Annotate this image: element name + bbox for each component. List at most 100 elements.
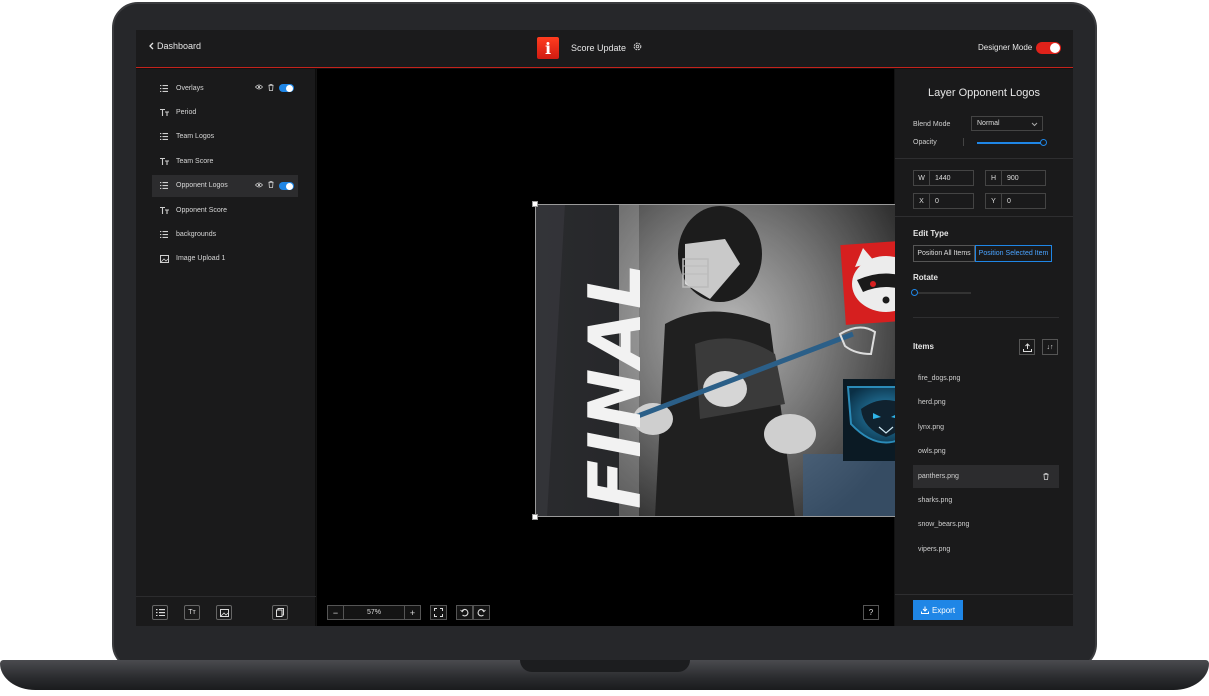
layer-visibility-toggle[interactable] (279, 181, 294, 190)
item-row[interactable]: herd.png (913, 391, 1059, 414)
sort-icon: ↓↑ (1046, 343, 1054, 351)
divider (895, 594, 1073, 595)
y-field[interactable]: Y0 (985, 193, 1046, 209)
item-row[interactable]: owls.png (913, 440, 1059, 463)
add-text-button[interactable]: Tт (184, 605, 200, 620)
undo-button[interactable] (456, 605, 473, 620)
trash-icon[interactable] (268, 83, 274, 93)
eye-icon[interactable] (254, 182, 264, 190)
position-all-items-button[interactable]: Position All Items (913, 245, 975, 262)
item-name: panthers.png (918, 472, 959, 480)
layer-item[interactable]: Team Score (152, 150, 298, 172)
layers-panel: Overlays Period Team Logos Team Score Oppone… (136, 69, 316, 626)
trash-icon[interactable] (1043, 472, 1049, 482)
help-button[interactable]: ? (863, 605, 879, 620)
zoom-in-button[interactable]: + (404, 605, 421, 620)
image-icon (219, 608, 229, 617)
list-icon (152, 84, 176, 92)
app-screen: Dashboard i Score Update Designer Mode O… (136, 30, 1073, 626)
image-icon (152, 254, 176, 263)
opacity-slider-knob[interactable] (1040, 139, 1047, 146)
list-icon (152, 182, 176, 190)
text-icon (152, 206, 176, 214)
chevron-left-icon (149, 42, 154, 50)
list-icon (152, 230, 176, 238)
zoom-controls: − 57% + (327, 605, 490, 620)
back-to-dashboard-link[interactable]: Dashboard (148, 41, 201, 51)
opacity-slider-fill (977, 142, 1044, 144)
layer-item[interactable]: Period (152, 101, 298, 123)
resize-handle-bottom-left[interactable] (532, 514, 538, 520)
sort-items-button[interactable]: ↓↑ (1042, 339, 1058, 355)
layer-visibility-toggle[interactable] (279, 84, 294, 92)
blend-mode-select[interactable]: Normal (971, 116, 1043, 131)
height-field[interactable]: H 900 (985, 170, 1046, 186)
back-label: Dashboard (157, 41, 202, 51)
layer-name: Team Score (176, 157, 214, 165)
fullscreen-icon (434, 608, 443, 617)
x-field[interactable]: X0 (913, 193, 974, 209)
redo-button[interactable] (473, 605, 490, 620)
designer-mode-toggle[interactable] (1036, 42, 1061, 54)
zoom-level[interactable]: 57% (344, 605, 404, 620)
item-name: lynx.png (918, 423, 945, 431)
trash-icon[interactable] (268, 181, 274, 190)
opacity-slider-track[interactable] (977, 139, 1047, 146)
x-value: 0 (935, 197, 939, 205)
layers-toolbar: Tт (136, 596, 316, 626)
properties-panel: Layer Opponent Logos Blend Mode Normal O… (895, 69, 1073, 626)
item-row[interactable]: panthers.png (913, 464, 1059, 488)
item-row[interactable]: vipers.png (913, 538, 1059, 561)
redo-icon (477, 608, 486, 617)
resize-handle-top-left[interactable] (532, 201, 538, 207)
layer-item[interactable]: Overlays (152, 77, 298, 99)
width-field[interactable]: W 1440 (913, 170, 974, 186)
layer-name: backgrounds (176, 230, 217, 238)
layer-name: Opponent Score (176, 206, 227, 214)
eye-icon[interactable] (254, 84, 264, 92)
add-list-button[interactable] (152, 605, 168, 620)
layer-item[interactable]: Image Upload 1 (152, 248, 298, 270)
y-value: 0 (1007, 197, 1011, 205)
item-row[interactable]: sharks.png (913, 489, 1059, 512)
item-name: sharks.png (918, 497, 953, 504)
text-icon (152, 108, 176, 116)
position-selected-item-button[interactable]: Position Selected Item (975, 245, 1052, 262)
width-value: 1440 (935, 174, 951, 182)
item-name: herd.png (918, 399, 946, 407)
add-image-button[interactable] (216, 605, 232, 620)
layer-item[interactable]: Team Logos (152, 126, 298, 148)
app-logo: i (537, 37, 559, 59)
divider (963, 138, 964, 146)
zoom-out-button[interactable]: − (327, 605, 344, 620)
final-text: FINAL (573, 261, 657, 509)
item-name: vipers.png (918, 545, 951, 553)
copy-icon (276, 608, 284, 617)
export-button[interactable]: Export (913, 600, 963, 620)
divider (913, 317, 1059, 318)
text-icon (152, 157, 176, 165)
layer-item[interactable]: Opponent Score (152, 199, 298, 221)
text-icon: Tт (188, 609, 196, 616)
duplicate-button[interactable] (272, 605, 288, 620)
layer-item[interactable]: Opponent Logos (152, 174, 298, 197)
rotate-slider-knob[interactable] (911, 289, 918, 296)
width-label: W (914, 171, 930, 185)
rotate-label: Rotate (913, 273, 938, 282)
item-row[interactable]: snow_bears.png (913, 513, 1059, 536)
upload-item-button[interactable] (1019, 339, 1035, 355)
item-row[interactable]: fire_dogs.png (913, 367, 1059, 390)
gear-icon[interactable] (632, 41, 643, 52)
height-value: 900 (1007, 174, 1019, 182)
project-title: Score Update (571, 43, 627, 53)
fit-to-screen-button[interactable] (430, 605, 447, 620)
download-icon (920, 606, 929, 614)
layer-item[interactable]: backgrounds (152, 223, 298, 245)
layer-title: Layer Opponent Logos (928, 87, 1040, 99)
export-label: Export (931, 605, 956, 615)
rotate-slider-track[interactable] (911, 289, 971, 296)
blend-mode-value: Normal (977, 120, 1000, 127)
layer-actions (254, 181, 294, 190)
x-label: X (914, 194, 930, 208)
item-row[interactable]: lynx.png (913, 416, 1059, 439)
